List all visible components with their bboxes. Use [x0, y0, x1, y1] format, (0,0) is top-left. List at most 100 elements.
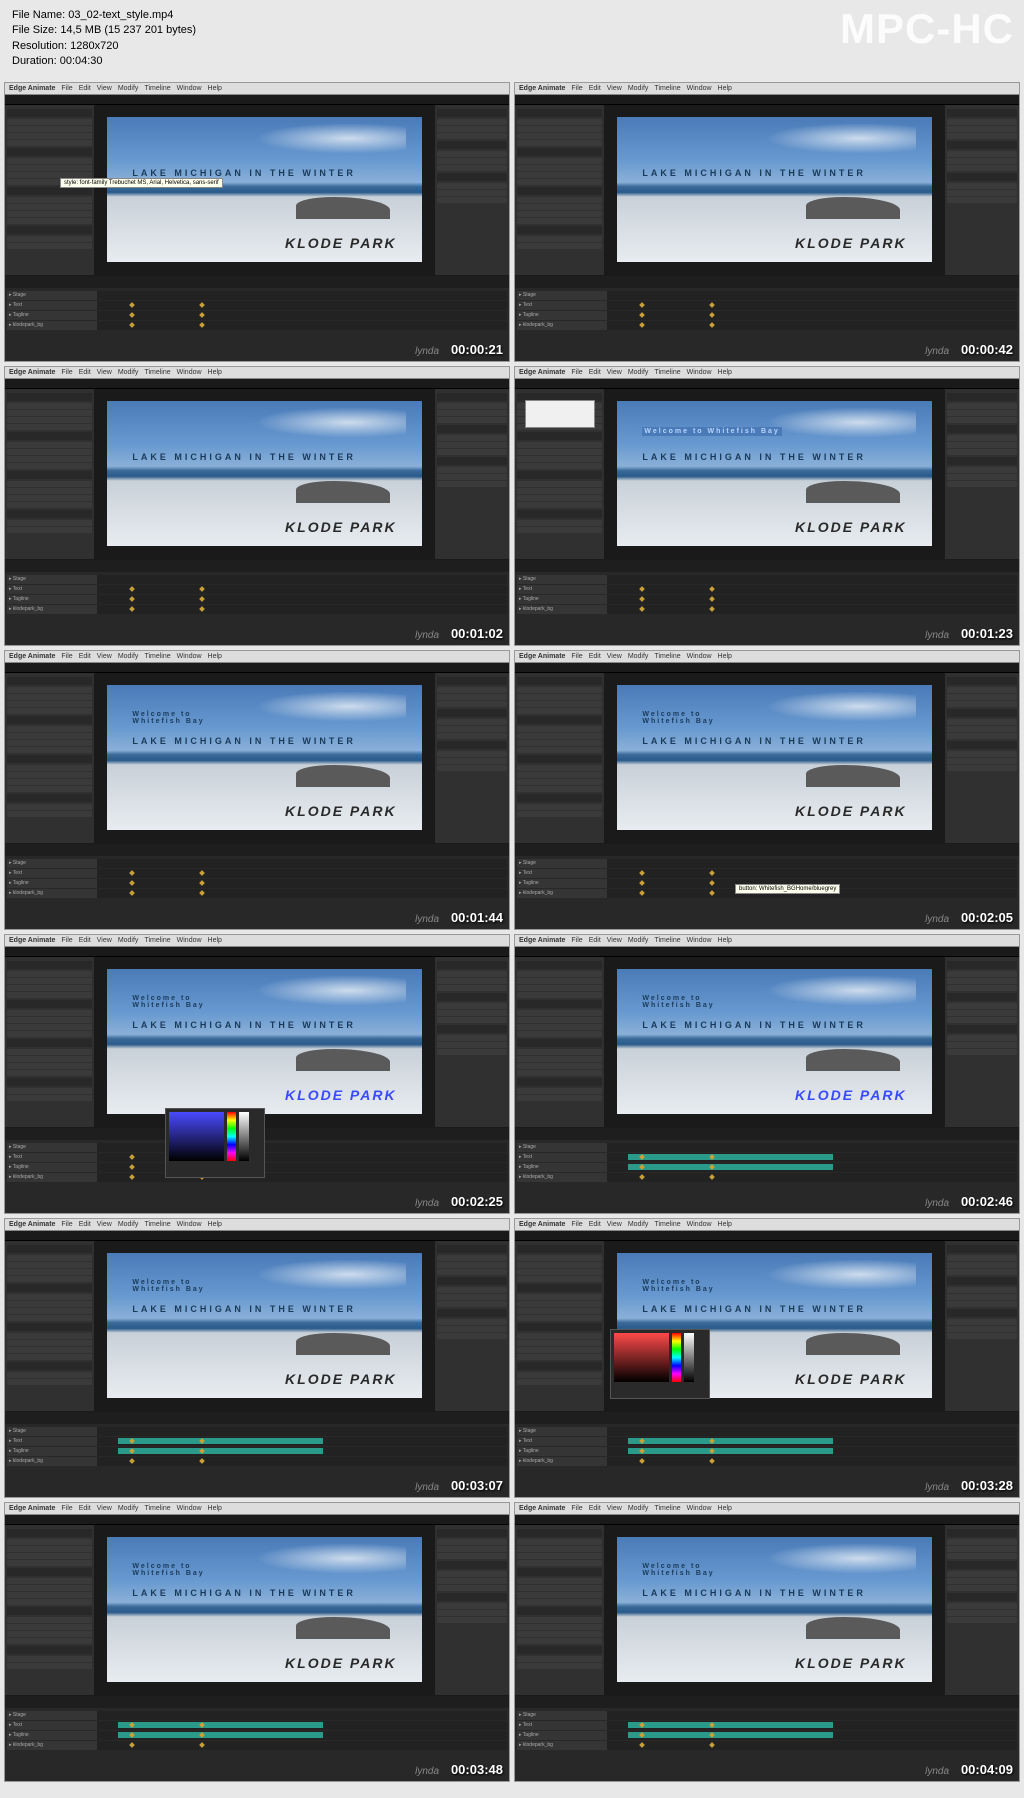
video-thumbnail[interactable]: Edge AnimateFileEditViewModifyTimelineWi…	[514, 1502, 1020, 1782]
welcome-text[interactable]: Welcome toWhitefish Bay	[132, 1279, 204, 1293]
menu-item[interactable]: Window	[177, 653, 202, 660]
park-text[interactable]: KLODE PARK	[285, 235, 397, 251]
menu-item[interactable]: Window	[687, 1221, 712, 1228]
menu-item[interactable]: Edit	[589, 1505, 601, 1512]
timeline-track[interactable]: ▸ Text	[7, 1437, 507, 1446]
stage-canvas[interactable]: Welcome toWhitefish BayLAKE MICHIGAN IN …	[95, 1525, 434, 1695]
stage-canvas[interactable]: Welcome toWhitefish BayLAKE MICHIGAN IN …	[95, 673, 434, 843]
scene[interactable]: Welcome toWhitefish BayLAKE MICHIGAN IN …	[617, 969, 931, 1115]
scene[interactable]: LAKE MICHIGAN IN THE WINTERKLODE PARK	[107, 401, 421, 547]
timeline-track[interactable]: ▸ Text	[7, 585, 507, 594]
timeline-track[interactable]: ▸ Stage	[7, 1427, 507, 1436]
timeline-track[interactable]: ▸ Tagline	[517, 1731, 1017, 1740]
properties-panel[interactable]	[5, 105, 95, 275]
elements-panel[interactable]	[434, 957, 509, 1127]
main-title-text[interactable]: LAKE MICHIGAN IN THE WINTER	[642, 1588, 866, 1598]
menu-item[interactable]: View	[607, 653, 622, 660]
video-thumbnail[interactable]: Edge AnimateFileEditViewModifyTimelineWi…	[514, 366, 1020, 646]
park-text[interactable]: KLODE PARK	[285, 1087, 397, 1103]
stage-canvas[interactable]: LAKE MICHIGAN IN THE WINTER KLODE PARK	[605, 105, 944, 275]
scene[interactable]: Welcome toWhitefish BayLAKE MICHIGAN IN …	[107, 969, 421, 1115]
timeline-track[interactable]: ▸ Tagline	[517, 1447, 1017, 1456]
scene[interactable]: Welcome toWhitefish BayLAKE MICHIGAN IN …	[107, 1253, 421, 1399]
timeline-track[interactable]: ▸ klodepark_bg	[517, 605, 1017, 614]
menu-item[interactable]: View	[97, 653, 112, 660]
menu-item[interactable]: View	[97, 369, 112, 376]
timeline-track[interactable]: ▸ Stage	[517, 575, 1017, 584]
timeline-track[interactable]: ▸ Text	[517, 869, 1017, 878]
menu-item[interactable]: Modify	[118, 369, 139, 376]
elements-panel[interactable]	[944, 957, 1019, 1127]
stage-canvas[interactable]: Welcome to Whitefish BayLAKE MICHIGAN IN…	[605, 389, 944, 559]
menu-item[interactable]: Timeline	[654, 1505, 680, 1512]
menu-item[interactable]: Modify	[628, 653, 649, 660]
main-title-text[interactable]: LAKE MICHIGAN IN THE WINTER	[132, 452, 356, 462]
menu-item[interactable]: Timeline	[144, 1505, 170, 1512]
properties-panel[interactable]	[515, 1241, 605, 1411]
elements-panel[interactable]	[434, 389, 509, 559]
menu-item[interactable]: View	[97, 937, 112, 944]
scene[interactable]: LAKE MICHIGAN IN THE WINTERKLODE PARK	[107, 117, 421, 263]
menu-item[interactable]: Timeline	[654, 1221, 680, 1228]
menu-item[interactable]: File	[61, 369, 72, 376]
welcome-text[interactable]: Welcome toWhitefish Bay	[132, 711, 204, 725]
main-title-text[interactable]: LAKE MICHIGAN IN THE WINTER	[642, 1020, 866, 1030]
timeline-track[interactable]: ▸ klodepark_bg	[7, 321, 507, 330]
menu-item[interactable]: Timeline	[654, 937, 680, 944]
timeline-track[interactable]: ▸ Text	[517, 1153, 1017, 1162]
video-thumbnail[interactable]: Edge AnimateFileEditViewModifyTimelineWi…	[4, 82, 510, 362]
timeline-track[interactable]: ▸ klodepark_bg	[517, 321, 1017, 330]
menu-item[interactable]: Window	[687, 85, 712, 92]
timeline-track[interactable]: ▸ Tagline	[7, 879, 507, 888]
properties-panel[interactable]	[5, 1241, 95, 1411]
timeline-track[interactable]: ▸ klodepark_bg	[517, 1173, 1017, 1182]
menu-item[interactable]: Modify	[628, 1221, 649, 1228]
menu-item[interactable]: Edit	[589, 85, 601, 92]
stage-canvas[interactable]: Welcome toWhitefish BayLAKE MICHIGAN IN …	[605, 1525, 944, 1695]
timeline-track[interactable]: ▸ klodepark_bg	[517, 1457, 1017, 1466]
menu-item[interactable]: File	[61, 937, 72, 944]
menu-item[interactable]: Edit	[589, 369, 601, 376]
park-text[interactable]: KLODE PARK	[795, 1655, 907, 1671]
menu-item[interactable]: Edit	[79, 937, 91, 944]
menu-item[interactable]: Edit	[79, 1505, 91, 1512]
menu-item[interactable]: Modify	[118, 85, 139, 92]
menu-item[interactable]: View	[607, 369, 622, 376]
elements-panel[interactable]	[434, 105, 509, 275]
main-title-text[interactable]: LAKE MICHIGAN IN THE WINTER	[642, 736, 866, 746]
menu-item[interactable]: Help	[718, 85, 732, 92]
text-edit-dialog[interactable]	[525, 400, 595, 428]
park-text[interactable]: KLODE PARK	[795, 1371, 907, 1387]
menu-item[interactable]: Timeline	[144, 937, 170, 944]
timeline-track[interactable]: ▸ Text	[7, 869, 507, 878]
menu-item[interactable]: Timeline	[654, 369, 680, 376]
menu-item[interactable]: Help	[718, 653, 732, 660]
timeline-track[interactable]: ▸ Tagline	[517, 311, 1017, 320]
park-text[interactable]: KLODE PARK	[795, 1087, 907, 1103]
stage-canvas[interactable]: LAKE MICHIGAN IN THE WINTERKLODE PARK	[95, 389, 434, 559]
park-text[interactable]: KLODE PARK	[285, 803, 397, 819]
timeline-track[interactable]: ▸ Stage	[7, 575, 507, 584]
menu-item[interactable]: Window	[687, 1505, 712, 1512]
scene[interactable]: Welcome toWhitefish BayLAKE MICHIGAN IN …	[617, 685, 931, 831]
menu-item[interactable]: Window	[177, 85, 202, 92]
menu-item[interactable]: Edit	[589, 1221, 601, 1228]
menu-item[interactable]: Window	[687, 369, 712, 376]
main-title-text[interactable]: LAKE MICHIGAN IN THE WINTER	[132, 1588, 356, 1598]
menu-item[interactable]: Modify	[628, 937, 649, 944]
menu-item[interactable]: Help	[208, 85, 222, 92]
stage-canvas[interactable]: Welcome toWhitefish BayLAKE MICHIGAN IN …	[95, 1241, 434, 1411]
menu-item[interactable]: Edit	[79, 369, 91, 376]
video-thumbnail[interactable]: Edge AnimateFileEditViewModifyTimelineWi…	[4, 1218, 510, 1498]
video-thumbnail[interactable]: Edge AnimateFileEditViewModifyTimelineWi…	[514, 82, 1020, 362]
properties-panel[interactable]	[515, 105, 605, 275]
menu-item[interactable]: Modify	[118, 1505, 139, 1512]
menu-item[interactable]: Edit	[79, 85, 91, 92]
main-title-text[interactable]: LAKE MICHIGAN IN THE WINTER	[642, 168, 866, 178]
menu-item[interactable]: Modify	[118, 1221, 139, 1228]
menu-item[interactable]: View	[607, 1505, 622, 1512]
menu-item[interactable]: Help	[208, 1505, 222, 1512]
properties-panel[interactable]	[515, 957, 605, 1127]
park-text[interactable]: KLODE PARK	[795, 235, 907, 251]
menu-item[interactable]: Help	[718, 937, 732, 944]
